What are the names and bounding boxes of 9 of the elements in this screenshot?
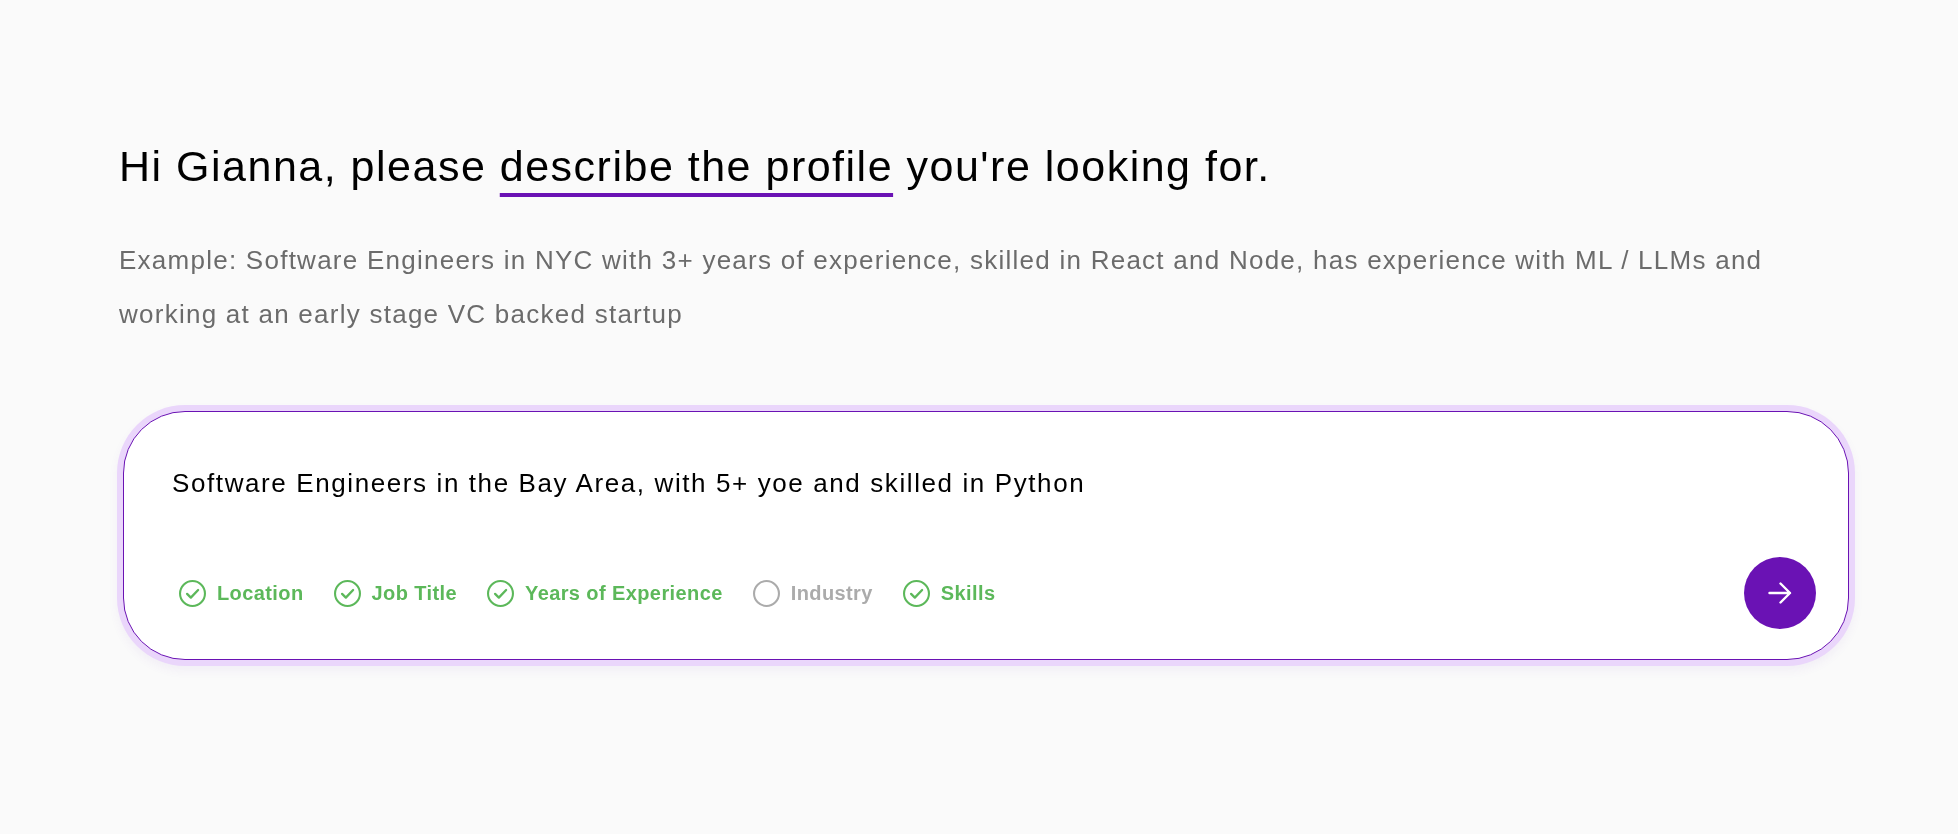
heading: Hi Gianna, please describe the profile you're looking for.	[119, 142, 1272, 190]
criterion-label: Job Title	[371, 581, 457, 606]
example-text: Example: Software Engineers in NYC with 3+ years of experience, skilled in React and Node, has experience with ML / LLMs and working at an early stage VC backed startup	[119, 244, 1764, 331]
prompt-input[interactable]: Software Engineers in the Bay Area, with 5+ yoe and skilled in Python	[172, 467, 1816, 499]
arrow-right-icon	[1768, 582, 1792, 604]
criterion-label: Skills	[940, 581, 996, 606]
criterion-label: Industry	[790, 581, 873, 606]
criterion-label: Location	[217, 581, 304, 606]
criterion-label: Years of Experience	[525, 581, 723, 606]
